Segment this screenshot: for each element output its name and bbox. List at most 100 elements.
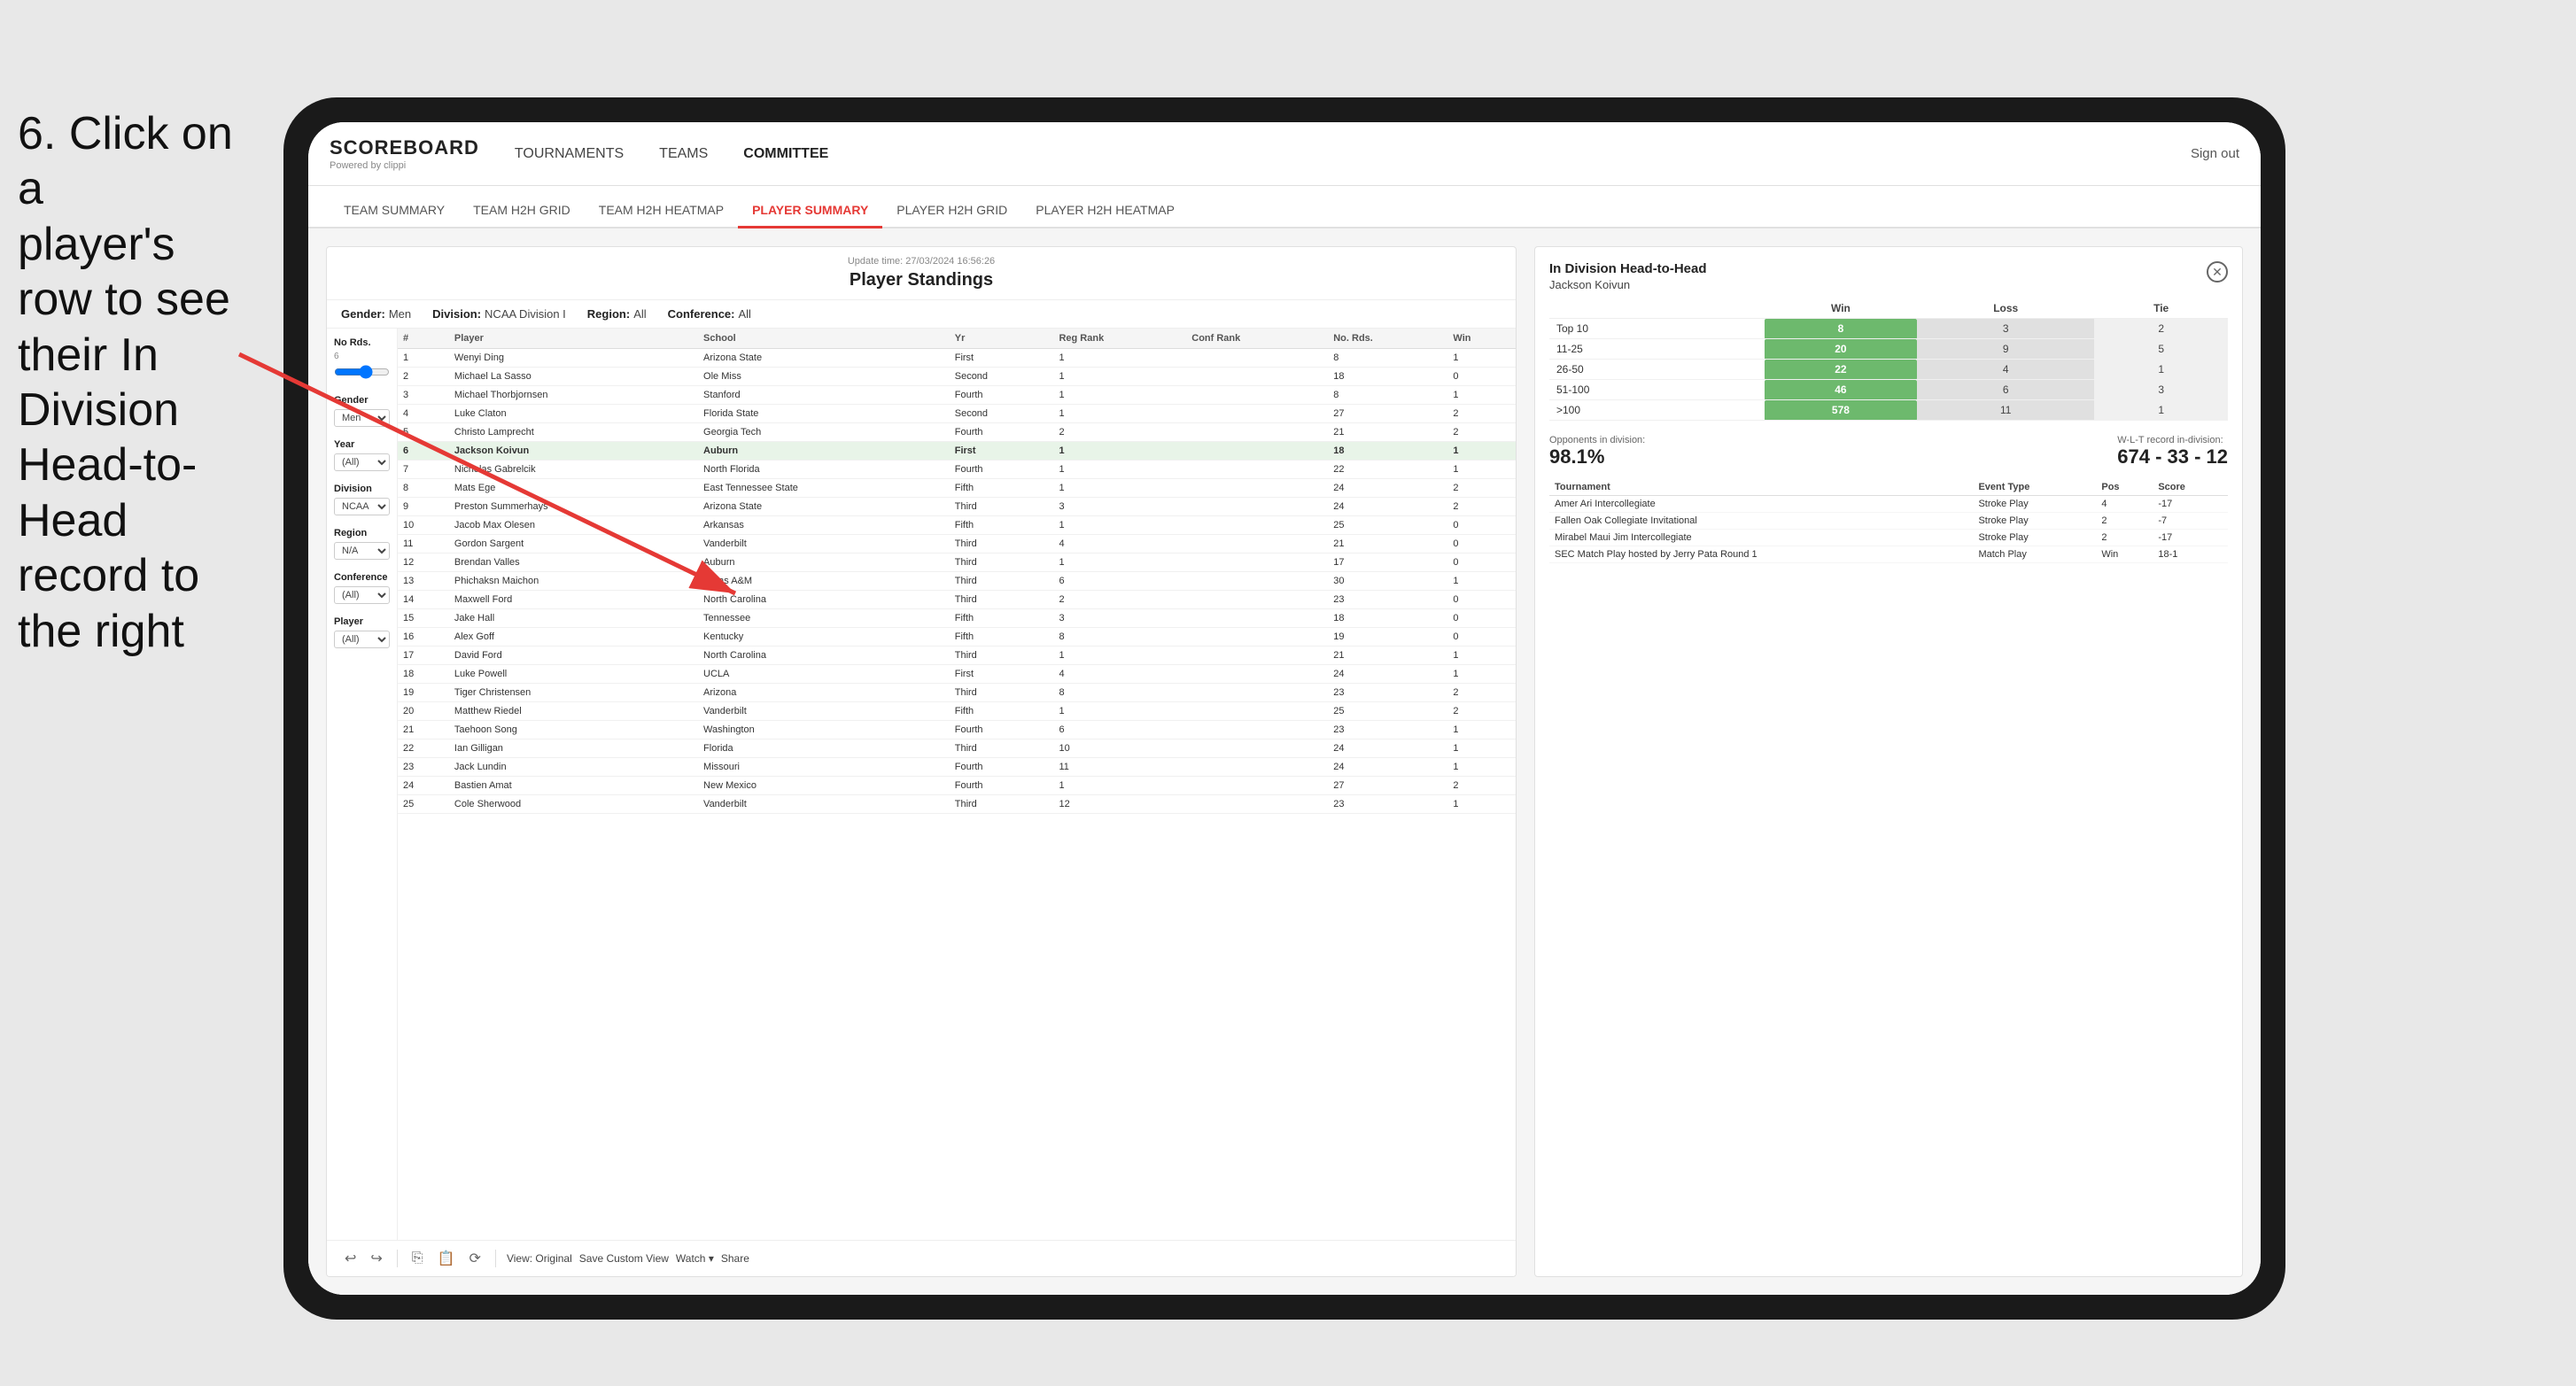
cell-school: Florida [698, 739, 950, 758]
conference-select[interactable]: (All) [334, 586, 390, 604]
cell-player: Gordon Sargent [449, 535, 698, 554]
wlt-label: W-L-T record in-division: 674 - 33 - 12 [2117, 435, 2228, 468]
table-row[interactable]: 5 Christo Lamprecht Georgia Tech Fourth … [398, 423, 1516, 442]
gender-select[interactable]: Men [334, 409, 390, 427]
cell-num: 21 [398, 721, 449, 739]
tour-name: Amer Ari Intercollegiate [1549, 496, 1973, 513]
h2h-win-cell: 46 [1765, 380, 1917, 400]
nav-teams[interactable]: TEAMS [659, 143, 708, 166]
cell-rds: 27 [1328, 777, 1447, 795]
col-player: Player [449, 329, 698, 349]
cell-yr: Third [950, 684, 1054, 702]
watch-label[interactable]: Watch ▾ [676, 1252, 714, 1265]
table-row[interactable]: 6 Jackson Koivun Auburn First 1 18 1 [398, 442, 1516, 461]
table-row[interactable]: 8 Mats Ege East Tennessee State Fifth 1 … [398, 479, 1516, 498]
table-row[interactable]: 21 Taehoon Song Washington Fourth 6 23 1 [398, 721, 1516, 739]
table-row[interactable]: 13 Phichaksn Maichon Texas A&M Third 6 3… [398, 572, 1516, 591]
paste-button[interactable]: 📋 [434, 1248, 459, 1269]
cell-rds: 25 [1328, 702, 1447, 721]
table-row[interactable]: 9 Preston Summerhays Arizona State Third… [398, 498, 1516, 516]
cell-player: Taehoon Song [449, 721, 698, 739]
filter-region: Region: All [587, 307, 647, 321]
table-row[interactable]: 18 Luke Powell UCLA First 4 24 1 [398, 665, 1516, 684]
subnav-player-h2h-heatmap[interactable]: PLAYER H2H HEATMAP [1021, 194, 1189, 228]
region-select[interactable]: N/A [334, 542, 390, 560]
cell-num: 11 [398, 535, 449, 554]
nav-committee[interactable]: COMMITTEE [743, 143, 828, 166]
division-select[interactable]: NCAA Division I [334, 498, 390, 515]
cell-player: Cole Sherwood [449, 795, 698, 814]
subnav-player-summary[interactable]: PLAYER SUMMARY [738, 194, 882, 228]
cell-yr: Third [950, 647, 1054, 665]
cell-conf-rank [1186, 442, 1328, 461]
cell-player: Wenyi Ding [449, 349, 698, 368]
sign-out-button[interactable]: Sign out [2191, 146, 2239, 161]
cell-num: 3 [398, 386, 449, 405]
cell-conf-rank [1186, 628, 1328, 647]
rounds-section: No Rds. 6 [334, 337, 390, 383]
cell-win: 2 [1447, 684, 1516, 702]
cell-player: Maxwell Ford [449, 591, 698, 609]
cell-player: Jake Hall [449, 609, 698, 628]
tour-name: SEC Match Play hosted by Jerry Pata Roun… [1549, 546, 1973, 563]
h2h-win-cell: 8 [1765, 319, 1917, 339]
table-row[interactable]: 22 Ian Gilligan Florida Third 10 24 1 [398, 739, 1516, 758]
table-row[interactable]: 2 Michael La Sasso Ole Miss Second 1 18 … [398, 368, 1516, 386]
cell-yr: Third [950, 591, 1054, 609]
table-row[interactable]: 12 Brendan Valles Auburn Third 1 17 0 [398, 554, 1516, 572]
subnav-player-h2h-grid[interactable]: PLAYER H2H GRID [882, 194, 1021, 228]
cell-reg-rank: 6 [1053, 572, 1186, 591]
subnav-team-h2h-heatmap[interactable]: TEAM H2H HEATMAP [585, 194, 738, 228]
cell-player: Phichaksn Maichon [449, 572, 698, 591]
table-row[interactable]: 1 Wenyi Ding Arizona State First 1 8 1 [398, 349, 1516, 368]
cell-yr: Fourth [950, 386, 1054, 405]
table-row[interactable]: 23 Jack Lundin Missouri Fourth 11 24 1 [398, 758, 1516, 777]
col-reg-rank: Reg Rank [1053, 329, 1186, 349]
table-row[interactable]: 15 Jake Hall Tennessee Fifth 3 18 0 [398, 609, 1516, 628]
rounds-slider[interactable] [334, 365, 390, 379]
copy-button[interactable]: ⎘ [408, 1249, 427, 1268]
table-row[interactable]: 10 Jacob Max Olesen Arkansas Fifth 1 25 … [398, 516, 1516, 535]
redo-button[interactable]: ↪ [367, 1248, 385, 1269]
cell-reg-rank: 8 [1053, 684, 1186, 702]
table-row[interactable]: 7 Nicholas Gabrelcik North Florida Fourt… [398, 461, 1516, 479]
table-row[interactable]: 25 Cole Sherwood Vanderbilt Third 12 23 … [398, 795, 1516, 814]
share-label[interactable]: Share [721, 1252, 749, 1265]
h2h-rank-label: 11-25 [1549, 339, 1765, 360]
cell-win: 1 [1447, 739, 1516, 758]
view-original-label[interactable]: View: Original [507, 1252, 572, 1265]
year-select[interactable]: (All) [334, 453, 390, 471]
table-row[interactable]: 16 Alex Goff Kentucky Fifth 8 19 0 [398, 628, 1516, 647]
cell-school: North Florida [698, 461, 950, 479]
tour-pos: 2 [2096, 530, 2153, 546]
table-row[interactable]: 3 Michael Thorbjornsen Stanford Fourth 1… [398, 386, 1516, 405]
h2h-win-cell: 20 [1765, 339, 1917, 360]
cell-player: Luke Powell [449, 665, 698, 684]
nav-tournaments[interactable]: TOURNAMENTS [515, 143, 624, 166]
cell-conf-rank [1186, 479, 1328, 498]
subnav-team-summary[interactable]: TEAM SUMMARY [330, 194, 459, 228]
close-h2h-button[interactable]: ✕ [2207, 261, 2228, 283]
h2h-stats-row: Opponents in division: 98.1% W-L-T recor… [1549, 435, 2228, 468]
toolbar-divider-2 [495, 1250, 496, 1267]
cell-rds: 24 [1328, 479, 1447, 498]
table-row[interactable]: 24 Bastien Amat New Mexico Fourth 1 27 2 [398, 777, 1516, 795]
save-custom-label[interactable]: Save Custom View [579, 1252, 669, 1265]
cell-rds: 24 [1328, 758, 1447, 777]
cell-school: Tennessee [698, 609, 950, 628]
table-row[interactable]: 17 David Ford North Carolina Third 1 21 … [398, 647, 1516, 665]
refresh-button[interactable]: ⟳ [466, 1248, 485, 1269]
table-row[interactable]: 4 Luke Claton Florida State Second 1 27 … [398, 405, 1516, 423]
cell-reg-rank: 1 [1053, 479, 1186, 498]
table-row[interactable]: 19 Tiger Christensen Arizona Third 8 23 … [398, 684, 1516, 702]
subnav-team-h2h-grid[interactable]: TEAM H2H GRID [459, 194, 585, 228]
cell-reg-rank: 2 [1053, 591, 1186, 609]
table-row[interactable]: 14 Maxwell Ford North Carolina Third 2 2… [398, 591, 1516, 609]
cell-rds: 8 [1328, 386, 1447, 405]
cell-school: Stanford [698, 386, 950, 405]
table-row[interactable]: 20 Matthew Riedel Vanderbilt Fifth 1 25 … [398, 702, 1516, 721]
player-select[interactable]: (All) [334, 631, 390, 648]
undo-button[interactable]: ↩ [341, 1248, 360, 1269]
h2h-tie-cell: 1 [2094, 400, 2228, 421]
table-row[interactable]: 11 Gordon Sargent Vanderbilt Third 4 21 … [398, 535, 1516, 554]
